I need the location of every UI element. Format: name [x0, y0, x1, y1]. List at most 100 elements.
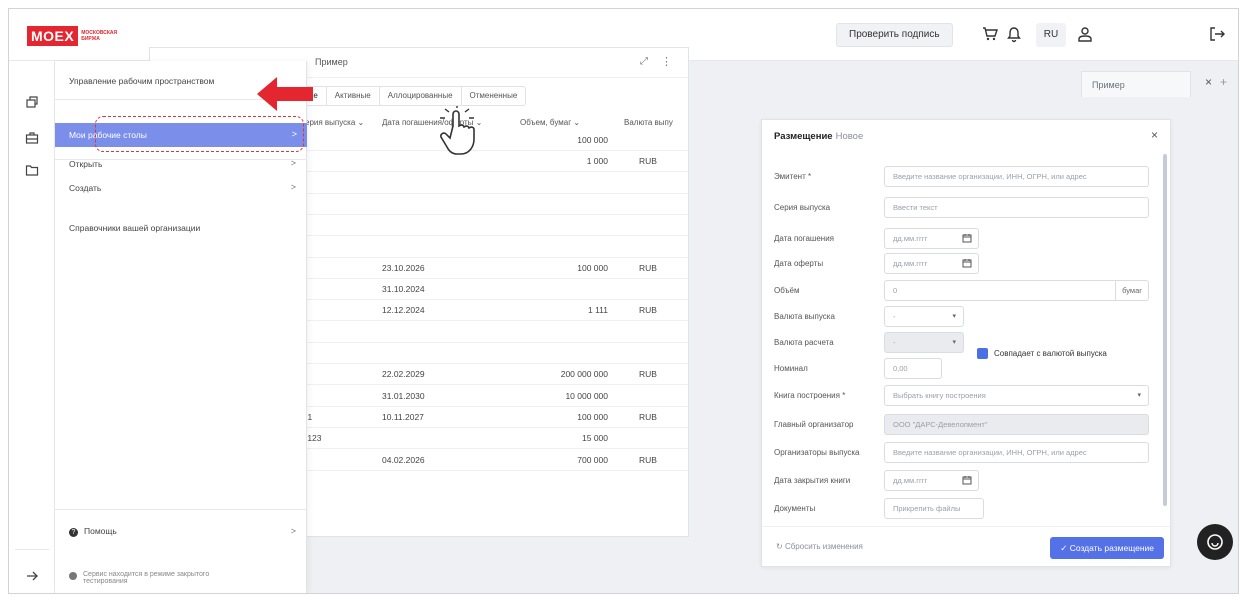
- menu-help[interactable]: ? Помощь: [69, 526, 117, 537]
- hand-pointer-icon: [440, 106, 475, 155]
- close-form-icon[interactable]: ×: [1151, 128, 1158, 142]
- input-placeholder: -: [893, 338, 896, 347]
- form-input[interactable]: дд.мм.гггг: [884, 228, 979, 249]
- reset-changes-button[interactable]: ↻ Сбросить изменения: [776, 542, 863, 551]
- col-currency[interactable]: Валюта выпу: [624, 118, 673, 127]
- chevron-right-icon: >: [290, 182, 296, 192]
- create-placement-button[interactable]: ✓ Создать размещение: [1050, 537, 1164, 559]
- menu-create[interactable]: Создать: [69, 183, 101, 193]
- form-input[interactable]: - ▾: [884, 332, 964, 353]
- form-input[interactable]: Прикрепить файлы: [884, 498, 984, 519]
- cell-date: 04.02.2026: [382, 454, 425, 465]
- beta-notice: Сервис находится в режиме закрытого тест…: [69, 571, 229, 585]
- form-input[interactable]: Ввести текст: [884, 197, 1149, 218]
- cart-icon[interactable]: [981, 25, 999, 43]
- reset-icon: ↻: [776, 542, 785, 551]
- support-chat-button[interactable]: [1197, 524, 1233, 560]
- col-volume[interactable]: Объем, бумаг ⌄: [520, 118, 580, 127]
- highlight-annotation: [95, 116, 304, 152]
- same-currency-checkbox[interactable]: [977, 348, 988, 359]
- cell-volume: 200 000 000: [560, 369, 608, 380]
- input-placeholder: ООО "ДАРС-Девелопмент": [893, 420, 988, 429]
- field-label: Номинал: [774, 364, 808, 373]
- field-label: Валюта выпуска: [774, 312, 835, 321]
- field-label: Дата погашения: [774, 234, 834, 243]
- user-icon[interactable]: [1076, 25, 1094, 43]
- more-icon[interactable]: ⋮: [661, 55, 672, 68]
- form-input[interactable]: Выбрать книгу построения ▾: [884, 385, 1149, 406]
- cell-date: 23.10.2026: [382, 262, 425, 273]
- filter-cancelled[interactable]: Отмененные: [462, 87, 526, 105]
- folder-icon[interactable]: [25, 163, 39, 177]
- cell-volume: 100 000: [577, 411, 608, 422]
- form-input[interactable]: 0 бумаг: [884, 280, 1149, 301]
- cell-volume: 1 111: [587, 305, 608, 316]
- field-label: Организаторы выпуска: [774, 448, 860, 457]
- menu-org-directories[interactable]: Справочники вашей организации: [69, 223, 200, 233]
- chevron-down-icon: ▾: [952, 339, 956, 346]
- table-subtab-example[interactable]: Пример: [315, 57, 348, 67]
- menu-manage-workspace[interactable]: Управление рабочим пространством: [69, 76, 214, 86]
- menu-open[interactable]: Открыть: [69, 159, 102, 169]
- filter-active[interactable]: Активные: [327, 87, 380, 105]
- language-switch[interactable]: RU: [1036, 23, 1066, 47]
- form-input[interactable]: - ▾: [884, 306, 964, 327]
- add-tab-icon[interactable]: +: [1220, 75, 1227, 89]
- check-signature-button[interactable]: Проверить подпись: [836, 23, 953, 47]
- field-label: Серия выпуска: [774, 203, 831, 212]
- field-label: Документы: [774, 504, 816, 513]
- moex-logo[interactable]: MOEX МОСКОВСКАЯ БИРЖА: [27, 26, 121, 46]
- cell-currency: RUB: [639, 305, 657, 316]
- tab-label: Пример: [1092, 80, 1125, 90]
- field-label: Эмитент *: [774, 172, 812, 181]
- form-input[interactable]: 0,00: [884, 358, 942, 379]
- field-label: Книга построения *: [774, 391, 846, 400]
- col-series[interactable]: ерия выпуска ⌄: [305, 118, 364, 127]
- form-input[interactable]: Введите название организации, ИНН, ОГРН,…: [884, 166, 1149, 187]
- workspace-icon[interactable]: [25, 95, 39, 109]
- expand-icon[interactable]: ⤢: [640, 56, 648, 67]
- briefcase-icon[interactable]: [25, 131, 39, 145]
- info-icon: [69, 572, 77, 580]
- placement-form: Размещение Новое × Эмитент * Введите назва…: [761, 119, 1171, 567]
- filter-allocated[interactable]: Аллоцированные: [380, 87, 462, 105]
- input-placeholder: 0: [893, 286, 898, 295]
- form-input[interactable]: дд.мм.гггг: [884, 253, 979, 274]
- cell-volume: 100 000: [577, 135, 608, 145]
- cell-date: 12.12.2024: [382, 305, 425, 316]
- menu-help-label: Помощь: [84, 526, 117, 536]
- left-rail: [9, 61, 55, 593]
- tab-example-right[interactable]: Пример: [1081, 71, 1191, 97]
- field-label: Объём: [774, 286, 800, 295]
- form-title-text: Размещение: [774, 131, 833, 142]
- calendar-icon[interactable]: [962, 258, 972, 268]
- input-placeholder: дд.мм.гггг: [893, 259, 928, 268]
- cell-volume: 100 000: [577, 262, 608, 273]
- cell-currency: RUB: [639, 369, 657, 380]
- input-placeholder: Введите название организации, ИНН, ОГРН,…: [893, 448, 1087, 457]
- chevron-down-icon: ▾: [1137, 392, 1141, 399]
- form-input[interactable]: ООО "ДАРС-Девелопмент": [884, 414, 1149, 435]
- menu-open-label: Открыть: [69, 159, 103, 169]
- calendar-icon[interactable]: [962, 475, 972, 485]
- input-placeholder: Ввести текст: [893, 203, 938, 212]
- logout-icon[interactable]: [1208, 25, 1226, 43]
- same-currency-label: Совпадает с валютой выпуска: [994, 349, 1107, 358]
- form-scrollbar[interactable]: [1163, 154, 1167, 506]
- form-title: Размещение Новое: [774, 131, 863, 142]
- chevron-right-icon: >: [290, 526, 296, 536]
- field-label: Главный организатор: [774, 420, 854, 429]
- form-input[interactable]: дд.мм.гггг: [884, 470, 979, 491]
- cell-date: 31.10.2024: [382, 284, 425, 295]
- input-placeholder: дд.мм.гггг: [893, 476, 928, 485]
- check-icon: ✓: [1060, 543, 1070, 553]
- close-tab-icon[interactable]: ×: [1205, 75, 1212, 89]
- calendar-icon[interactable]: [962, 233, 972, 243]
- input-placeholder: 0,00: [893, 364, 908, 373]
- beta-notice-text: Сервис находится в режиме закрытого тест…: [83, 571, 210, 585]
- input-placeholder: Прикрепить файлы: [893, 504, 961, 513]
- arrow-right-icon[interactable]: [25, 569, 39, 583]
- bell-icon[interactable]: [1005, 25, 1023, 43]
- form-input[interactable]: Введите название организации, ИНН, ОГРН,…: [884, 442, 1149, 463]
- rail-divider: [15, 549, 49, 550]
